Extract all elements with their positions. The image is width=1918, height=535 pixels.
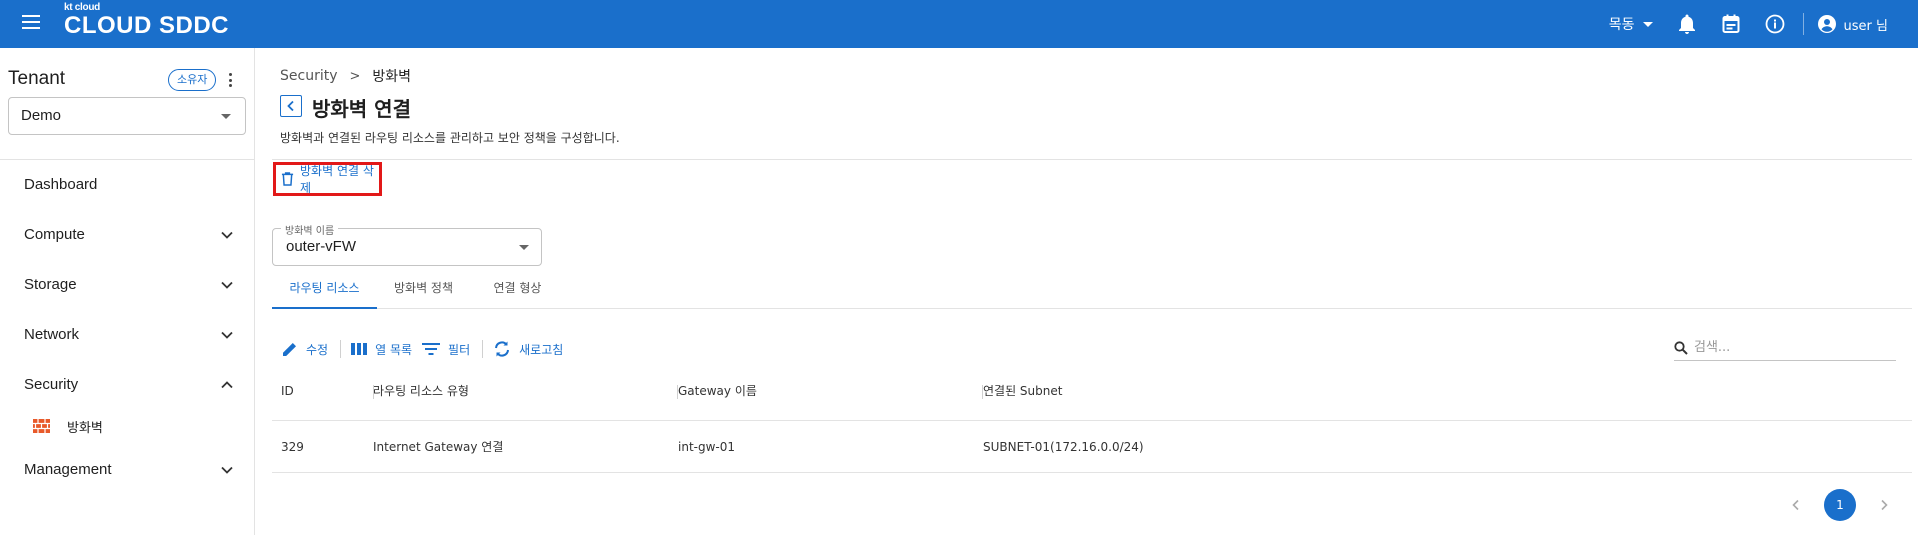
region-label: 목동 (1608, 17, 1635, 33)
user-name: user 님 (1843, 18, 1888, 34)
calendar-icon[interactable] (1719, 12, 1743, 36)
edit-label: 수정 (306, 342, 329, 357)
sidebar-item-label: Network (24, 326, 80, 343)
table-toolbar: 수정 열 목록 필터 새로고침 (272, 338, 563, 360)
bell-icon[interactable] (1675, 12, 1699, 36)
trash-icon (281, 172, 294, 186)
table-header: ID 라우팅 리소스 유형 Gateway 이름 연결된 Subnet (272, 376, 1912, 406)
delete-connection-button[interactable]: 방화벽 연결 삭제 (273, 162, 382, 196)
refresh-label: 새로고침 (519, 342, 564, 357)
firewall-icon (33, 419, 50, 433)
chevron-right-icon: > (349, 68, 361, 84)
chevron-down-icon (221, 231, 233, 239)
sidebar-item-compute[interactable]: Compute (24, 226, 234, 250)
chevron-down-icon (221, 281, 233, 289)
edit-button[interactable]: 수정 (282, 341, 328, 358)
column-header-gateway-name[interactable]: Gateway 이름 (669, 376, 757, 406)
columns-label: 열 목록 (375, 342, 413, 357)
caret-down-icon (221, 114, 231, 119)
sidebar: Tenant 소유자 Demo Dashboard Compute Storag… (0, 48, 255, 535)
caret-down-icon (519, 245, 529, 250)
logo-product: CLOUD SDDC (64, 12, 229, 39)
region-selector[interactable]: 목동 (1609, 14, 1653, 34)
chevron-left-icon (287, 100, 294, 112)
top-app-bar: kt cloud CLOUD SDDC 목동 user 님 (0, 0, 1918, 48)
filter-label: 필터 (448, 342, 471, 357)
tenant-title: Tenant (8, 68, 66, 89)
owner-badge[interactable]: 소유자 (168, 69, 217, 91)
column-header-id[interactable]: ID (272, 376, 294, 406)
more-vert-icon[interactable] (225, 70, 235, 90)
sidebar-item-firewall[interactable]: 방화벽 (33, 416, 103, 436)
menu-icon[interactable] (22, 15, 40, 29)
tab-firewall-policy[interactable]: 방화벽 정책 (377, 277, 470, 309)
cell-routing-type: Internet Gateway 연결 (373, 440, 504, 454)
sidebar-item-label: Storage (24, 276, 77, 293)
column-header-routing-type[interactable]: 라우팅 리소스 유형 (364, 376, 469, 406)
caret-down-icon (1642, 21, 1653, 27)
cell-connected-subnet: SUBNET-01(172.16.0.0/24) (983, 440, 1144, 454)
chevron-down-icon (221, 466, 233, 474)
search-input[interactable] (1694, 340, 1884, 355)
cell-gateway-name: int-gw-01 (678, 440, 736, 454)
back-button[interactable] (280, 95, 302, 117)
filter-icon (422, 343, 441, 355)
pagination: 1 (1786, 488, 1894, 522)
chevron-down-icon (221, 331, 233, 339)
divider (340, 340, 342, 358)
info-icon[interactable] (1763, 12, 1787, 36)
search-icon (1674, 340, 1688, 355)
table-row[interactable]: 329 Internet Gateway 연결 int-gw-01 SUBNET… (272, 420, 1912, 473)
prev-page-icon[interactable] (1786, 495, 1806, 515)
filter-button[interactable]: 필터 (422, 341, 470, 358)
search-box (1674, 335, 1896, 361)
delete-connection-label: 방화벽 연결 삭제 (300, 164, 374, 195)
tenant-select[interactable]: Demo (8, 97, 246, 135)
divider (1802, 13, 1804, 35)
top-actions: 목동 user 님 (1609, 0, 1918, 48)
sidebar-item-label: Security (24, 376, 79, 393)
page-description: 방화벽과 연결된 라우팅 리소스를 관리하고 보안 정책을 구성합니다. (280, 131, 620, 145)
logo[interactable]: kt cloud CLOUD SDDC (64, 3, 229, 39)
breadcrumb-security[interactable]: Security (280, 68, 338, 84)
sidebar-item-dashboard[interactable]: Dashboard (24, 176, 234, 200)
page-title: 방화벽 연결 (312, 97, 411, 121)
columns-button[interactable]: 열 목록 (351, 341, 412, 358)
sidebar-item-label: Management (24, 461, 112, 478)
breadcrumb: Security > 방화벽 (280, 66, 411, 86)
divider (0, 159, 255, 160)
refresh-button[interactable]: 새로고침 (493, 341, 563, 358)
sidebar-item-label: Compute (24, 226, 85, 243)
chevron-up-icon (221, 381, 233, 389)
page-button-current[interactable]: 1 (1824, 489, 1856, 521)
firewall-name-value: outer-vFW (286, 238, 357, 255)
user-menu[interactable]: user 님 (1817, 15, 1888, 34)
pencil-icon (283, 343, 296, 356)
next-page-icon[interactable] (1874, 495, 1894, 515)
divider (482, 340, 484, 358)
column-header-connected-subnet[interactable]: 연결된 Subnet (974, 376, 1062, 406)
account-circle-icon (1817, 15, 1836, 33)
tenant-header: Tenant 소유자 (8, 68, 243, 92)
refresh-icon (495, 341, 510, 357)
breadcrumb-firewall: 방화벽 (372, 69, 412, 85)
tab-bar: 라우팅 리소스 방화벽 정책 연결 형상 (272, 277, 1912, 309)
sidebar-item-storage[interactable]: Storage (24, 276, 234, 300)
tab-routing-resources[interactable]: 라우팅 리소스 (272, 277, 377, 309)
sidebar-item-label: Dashboard (24, 176, 98, 193)
sidebar-item-label: 방화벽 (67, 420, 103, 436)
tenant-select-value: Demo (21, 107, 62, 124)
sidebar-item-network[interactable]: Network (24, 326, 234, 350)
cell-id: 329 (281, 440, 304, 454)
sidebar-item-security[interactable]: Security (24, 376, 234, 400)
tab-connection-topology[interactable]: 연결 형상 (470, 277, 565, 309)
main-content: Security > 방화벽 방화벽 연결 방화벽과 연결된 라우팅 리소스를 … (256, 48, 1918, 535)
sidebar-item-management[interactable]: Management (24, 461, 234, 485)
firewall-name-select[interactable]: 방화벽 이름 outer-vFW (272, 222, 542, 266)
view-column-icon (351, 343, 368, 355)
firewall-name-label: 방화벽 이름 (281, 222, 339, 237)
divider (272, 159, 1912, 160)
